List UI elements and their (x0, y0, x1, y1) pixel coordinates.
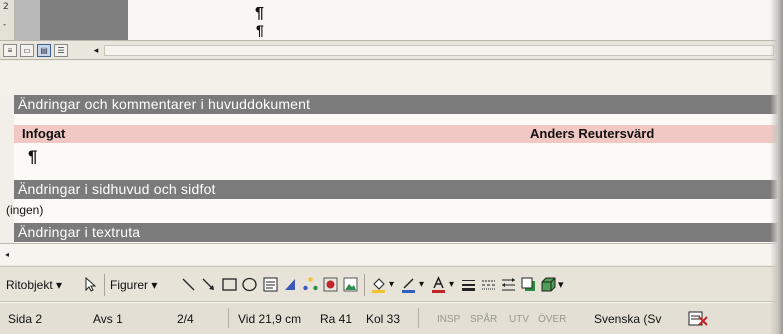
fill-color-dropdown[interactable]: ▾ (389, 276, 394, 294)
line-color-icon[interactable] (400, 276, 417, 293)
selected-text-highlight (40, 0, 128, 40)
status-ext[interactable]: UTV (509, 314, 529, 325)
line-icon[interactable] (180, 276, 197, 293)
font-color-dropdown[interactable]: ▾ (449, 276, 454, 294)
status-column: Kol 33 (366, 312, 401, 326)
status-bar: Sida 2 Avs 1 2/4 Vid 21,9 cm Ra 41 Kol 3… (0, 302, 783, 334)
toolbar-options-dropdown[interactable]: ▾ (558, 276, 564, 294)
status-page: Sida 2 (8, 312, 43, 326)
pane-margin (0, 95, 14, 243)
arrow-icon[interactable] (200, 276, 217, 293)
clipart-icon[interactable] (322, 276, 339, 293)
oval-icon[interactable] (241, 276, 258, 293)
line-color-dropdown[interactable]: ▾ (419, 276, 424, 294)
no-changes-text: (ingen) (6, 203, 44, 217)
status-divider (418, 308, 419, 328)
textbox-icon[interactable] (262, 276, 279, 293)
pane-splitter[interactable] (0, 61, 783, 95)
scroll-left-arrow-icon[interactable]: ◂ (90, 44, 102, 57)
reviewing-pane[interactable]: Ändringar och kommentarer i huvuddokumen… (6, 95, 783, 243)
status-divider (228, 308, 229, 328)
view-buttons-bar: ≡ ▭ ▤ ☰ ◂ (0, 40, 783, 60)
paragraph-mark: ¶ (256, 22, 264, 38)
wordart-icon[interactable] (282, 276, 299, 293)
status-position: Vid 21,9 cm (238, 312, 302, 326)
shadow-style-icon[interactable] (520, 276, 537, 293)
header-footer-changes-header: Ändringar i sidhuvud och sidfot (14, 180, 783, 199)
toolbar-separator (104, 274, 105, 296)
rectangle-icon[interactable] (221, 276, 238, 293)
scroll-left-arrow-icon[interactable]: ◂ (2, 249, 12, 261)
margin-shading (15, 0, 40, 40)
web-layout-view-button[interactable]: ▭ (20, 44, 34, 57)
diagram-icon[interactable] (302, 276, 319, 293)
line-style-icon[interactable] (460, 276, 477, 293)
toolbar-separator (364, 274, 365, 296)
insert-picture-icon[interactable] (342, 276, 359, 293)
textbox-changes-header: Ändringar i textruta (14, 223, 783, 242)
pane-horizontal-scrollbar[interactable]: ◂ (0, 243, 783, 265)
status-language[interactable]: Svenska (Sv (594, 312, 661, 326)
main-document-changes-header: Ändringar och kommentarer i huvuddokumen… (14, 95, 783, 114)
font-color-icon[interactable] (430, 276, 447, 293)
ruler-digit: - (3, 20, 7, 30)
fill-color-icon[interactable] (370, 276, 387, 293)
change-type-label: Infogat (22, 126, 66, 141)
status-line: Ra 41 (320, 312, 353, 326)
arrow-style-icon[interactable] (500, 276, 517, 293)
status-page-of: 2/4 (177, 312, 194, 326)
outline-view-button[interactable]: ☰ (54, 44, 68, 57)
drawing-toolbar: Ritobjekt ▾ Figurer ▾ ▾ ▾ ▾ ▾ (0, 266, 783, 302)
vertical-ruler: 2 - (0, 0, 15, 40)
dash-style-icon[interactable] (480, 276, 497, 293)
status-section: Avs 1 (93, 312, 123, 326)
status-trk[interactable]: SPÅR (470, 314, 497, 325)
select-objects-arrow-icon[interactable] (82, 276, 99, 293)
print-layout-view-button[interactable]: ▤ (37, 44, 51, 57)
paragraph-mark: ¶ (255, 5, 264, 22)
insertion-entry[interactable]: Infogat Anders Reutersvärd (14, 125, 783, 143)
normal-view-button[interactable]: ≡ (3, 44, 17, 57)
change-author-label: Anders Reutersvärd (530, 126, 655, 141)
photo-edge-shadow (770, 0, 783, 334)
status-rec[interactable]: INSP (437, 314, 460, 325)
draw-menu-button[interactable]: Ritobjekt ▾ (6, 276, 62, 294)
3d-style-icon[interactable] (540, 276, 557, 293)
ruler-digit: 2 (3, 2, 9, 12)
spelling-check-icon[interactable] (688, 310, 708, 327)
status-ovr[interactable]: ÖVER (538, 314, 566, 325)
paragraph-mark: ¶ (28, 147, 38, 166)
autoshapes-menu-button[interactable]: Figurer ▾ (110, 276, 157, 294)
horizontal-scrollbar[interactable] (104, 45, 774, 56)
